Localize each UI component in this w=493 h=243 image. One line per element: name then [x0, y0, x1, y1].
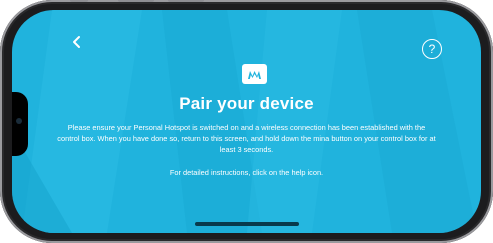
volume-up-button: [118, 0, 154, 2]
help-icon-label: ?: [428, 42, 436, 56]
mute-switch: [70, 0, 88, 2]
home-indicator[interactable]: [195, 222, 299, 226]
volume-down-button: [168, 0, 204, 2]
back-button[interactable]: [65, 30, 89, 54]
chevron-left-icon: [73, 36, 80, 48]
front-camera: [16, 118, 22, 124]
help-hint-text: For detailed instructions, click on the …: [169, 168, 324, 177]
help-button[interactable]: ?: [422, 39, 442, 59]
page-title: Pair your device: [179, 94, 314, 113]
mina-logo-icon: [242, 64, 267, 84]
mina-logo-mark: [248, 70, 261, 79]
pairing-instructions: Please ensure your Personal Hotspot is s…: [57, 123, 436, 154]
app-screen: ? Pair your device Please ensure your Pe…: [12, 10, 481, 233]
